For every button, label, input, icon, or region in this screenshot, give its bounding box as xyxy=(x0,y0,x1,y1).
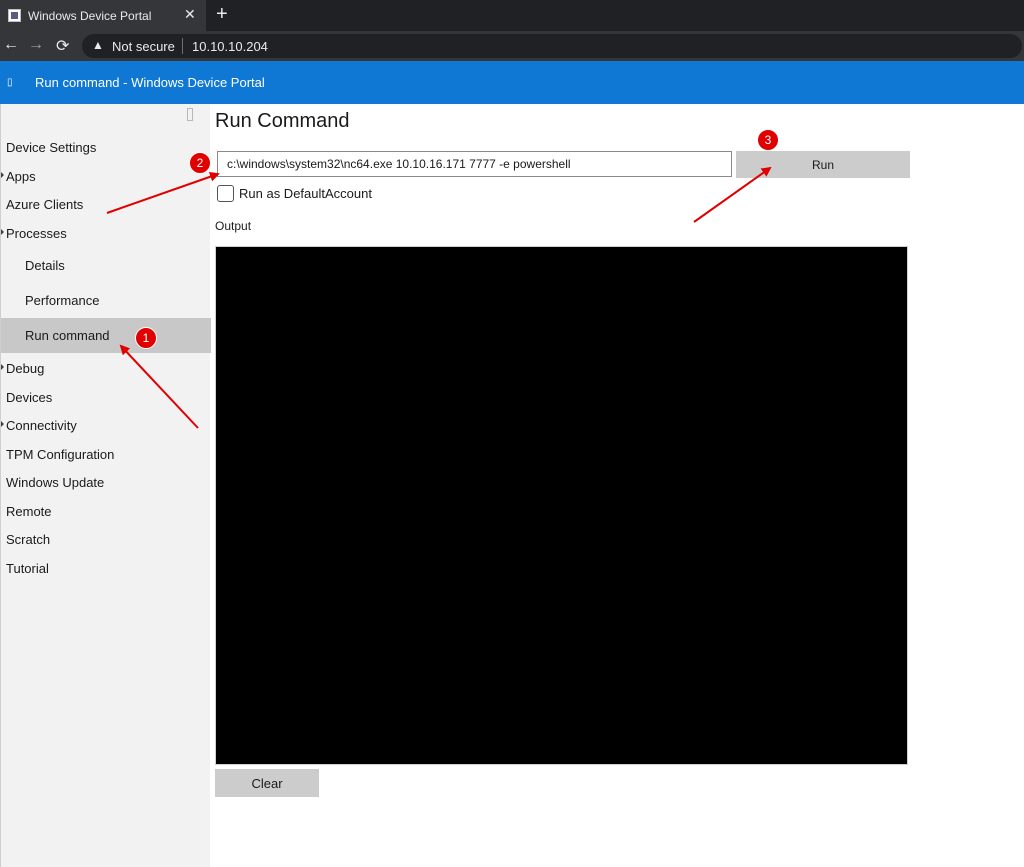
sidebar-item-details[interactable]: Details xyxy=(1,250,211,280)
reload-icon[interactable]: ⟳ xyxy=(56,36,69,56)
screen: Windows Device Portal ✕ + ← → ⟳ ▲ Not se… xyxy=(0,0,1024,867)
new-tab-icon[interactable]: + xyxy=(216,3,228,26)
sidebar-item-label: Windows Update xyxy=(6,475,105,490)
collapse-sidebar-icon[interactable] xyxy=(187,108,193,121)
sidebar-item-apps[interactable]: Apps xyxy=(1,161,211,191)
sidebar-item-label: Apps xyxy=(6,169,36,184)
sidebar-item-label: Azure Clients xyxy=(6,197,84,212)
favicon-icon xyxy=(8,9,21,22)
tab-title: Windows Device Portal xyxy=(28,9,152,23)
expand-caret-icon xyxy=(1,229,4,235)
menu-icon[interactable]: ▯ xyxy=(7,77,13,88)
browser-toolbar: ← → ⟳ ▲ Not secure 10.10.10.204 xyxy=(0,31,1024,61)
sidebar-item-devices[interactable]: Devices xyxy=(1,382,211,412)
warning-icon[interactable]: ▲ xyxy=(92,38,104,52)
forward-arrow-icon[interactable]: → xyxy=(28,36,44,54)
back-arrow-icon[interactable]: ← xyxy=(3,36,19,54)
annotation-badge-1: 1 xyxy=(135,327,157,349)
run-button[interactable]: Run xyxy=(736,151,910,178)
sidebar-item-azure-clients[interactable]: Azure Clients xyxy=(1,189,211,219)
app-title: Run command - Windows Device Portal xyxy=(35,75,265,90)
security-status[interactable]: Not secure xyxy=(112,39,175,54)
annotation-badge-3: 3 xyxy=(757,129,779,151)
sidebar-item-label: Details xyxy=(25,258,65,273)
app-header: ▯ Run command - Windows Device Portal xyxy=(0,61,1024,104)
browser-tab-strip: Windows Device Portal ✕ + xyxy=(0,0,1024,31)
run-as-default-account-label[interactable]: Run as DefaultAccount xyxy=(239,186,372,201)
expand-caret-icon xyxy=(1,364,4,370)
address-url[interactable]: 10.10.10.204 xyxy=(192,39,268,54)
expand-caret-icon xyxy=(1,421,4,427)
sidebar: Device Settings Apps Azure Clients Proce… xyxy=(0,104,211,867)
address-bar[interactable]: ▲ Not secure 10.10.10.204 xyxy=(82,34,1022,58)
sidebar-item-label: Performance xyxy=(25,293,100,308)
command-input[interactable] xyxy=(217,151,732,177)
sidebar-item-performance[interactable]: Performance xyxy=(1,285,211,315)
sidebar-item-tpm-configuration[interactable]: TPM Configuration xyxy=(1,439,211,469)
sidebar-item-label: TPM Configuration xyxy=(6,447,115,462)
close-tab-icon[interactable]: ✕ xyxy=(184,6,196,23)
run-as-default-account-checkbox[interactable] xyxy=(217,185,234,202)
output-console[interactable] xyxy=(215,246,908,765)
sidebar-item-label: Run command xyxy=(25,328,110,343)
sidebar-item-label: Device Settings xyxy=(6,140,97,155)
sidebar-item-label: Tutorial xyxy=(6,561,49,576)
sidebar-item-device-settings[interactable]: Device Settings xyxy=(1,132,211,162)
browser-tab[interactable]: Windows Device Portal ✕ xyxy=(0,0,206,31)
sidebar-item-windows-update[interactable]: Windows Update xyxy=(1,467,211,497)
sidebar-item-label: Processes xyxy=(6,226,67,241)
expand-caret-icon xyxy=(1,172,4,178)
sidebar-item-label: Devices xyxy=(6,390,53,405)
annotation-badge-2: 2 xyxy=(189,152,211,174)
output-label: Output xyxy=(215,219,252,233)
sidebar-item-tutorial[interactable]: Tutorial xyxy=(1,553,211,583)
sidebar-item-processes[interactable]: Processes xyxy=(1,218,211,248)
sidebar-item-scratch[interactable]: Scratch xyxy=(1,524,211,554)
sidebar-item-connectivity[interactable]: Connectivity xyxy=(1,410,211,440)
sidebar-item-label: Debug xyxy=(6,361,45,376)
sidebar-item-label: Remote xyxy=(6,504,52,519)
address-divider xyxy=(182,38,183,54)
sidebar-item-label: Connectivity xyxy=(6,418,77,433)
sidebar-item-label: Scratch xyxy=(6,532,51,547)
clear-button[interactable]: Clear xyxy=(215,769,319,797)
sidebar-item-debug[interactable]: Debug xyxy=(1,353,211,383)
sidebar-item-run-command[interactable]: Run command xyxy=(1,318,211,353)
sidebar-item-remote[interactable]: Remote xyxy=(1,496,211,526)
page-title: Run Command xyxy=(215,110,350,132)
